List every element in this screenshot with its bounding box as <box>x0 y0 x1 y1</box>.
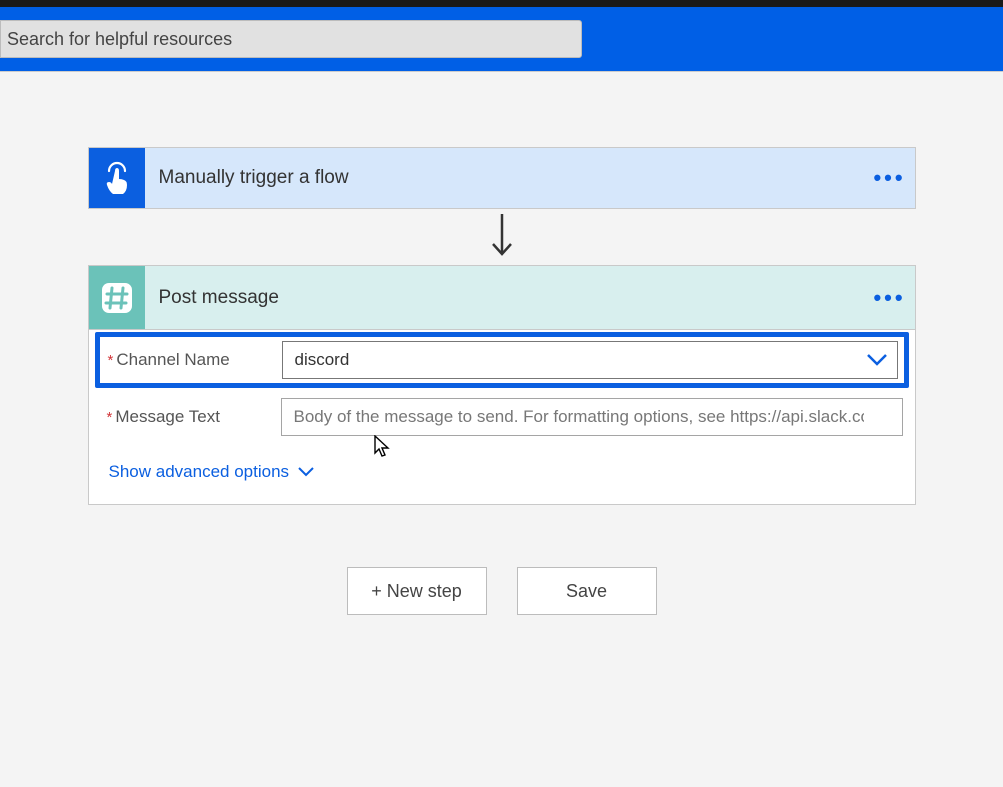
action-title: Post message <box>145 266 865 329</box>
message-text-row: * Message Text <box>89 390 915 444</box>
arrow-down-icon <box>487 212 517 262</box>
action-icon-box <box>89 266 145 329</box>
touch-icon <box>103 161 131 195</box>
connector-arrow <box>88 209 916 265</box>
trigger-title: Manually trigger a flow <box>145 148 865 208</box>
message-text-label: * Message Text <box>101 407 281 427</box>
channel-dropdown[interactable] <box>282 341 898 379</box>
advanced-options-row: Show advanced options <box>89 444 915 482</box>
action-menu-button[interactable]: ••• <box>865 266 915 329</box>
channel-name-row: * Channel Name <box>95 332 909 388</box>
trigger-card[interactable]: Manually trigger a flow ••• <box>88 147 916 209</box>
show-advanced-options-link[interactable]: Show advanced options <box>109 462 316 482</box>
top-blue-bar: Search for helpful resources <box>0 7 1003 72</box>
save-button[interactable]: Save <box>517 567 657 615</box>
footer-buttons: + New step Save <box>88 567 916 615</box>
flow-canvas: Manually trigger a flow ••• <box>0 72 1003 615</box>
advanced-options-label: Show advanced options <box>109 462 290 482</box>
action-card: Post message ••• * Channel Name * <box>88 265 916 505</box>
action-header[interactable]: Post message ••• <box>89 266 915 330</box>
action-body: * Channel Name * Message Text <box>89 332 915 504</box>
channel-name-input[interactable] <box>282 341 898 379</box>
top-dark-bar <box>0 0 1003 7</box>
required-asterisk: * <box>107 409 113 426</box>
channel-name-label: * Channel Name <box>102 350 282 370</box>
trigger-menu-button[interactable]: ••• <box>865 148 915 208</box>
new-step-button[interactable]: + New step <box>347 567 487 615</box>
trigger-icon-box <box>89 148 145 208</box>
chevron-down-icon <box>297 466 315 478</box>
hash-icon <box>100 281 134 315</box>
message-text-input[interactable] <box>281 398 903 436</box>
required-asterisk: * <box>108 352 114 369</box>
message-label-text: Message Text <box>115 407 220 427</box>
search-input[interactable]: Search for helpful resources <box>0 20 582 58</box>
channel-label-text: Channel Name <box>116 350 229 370</box>
